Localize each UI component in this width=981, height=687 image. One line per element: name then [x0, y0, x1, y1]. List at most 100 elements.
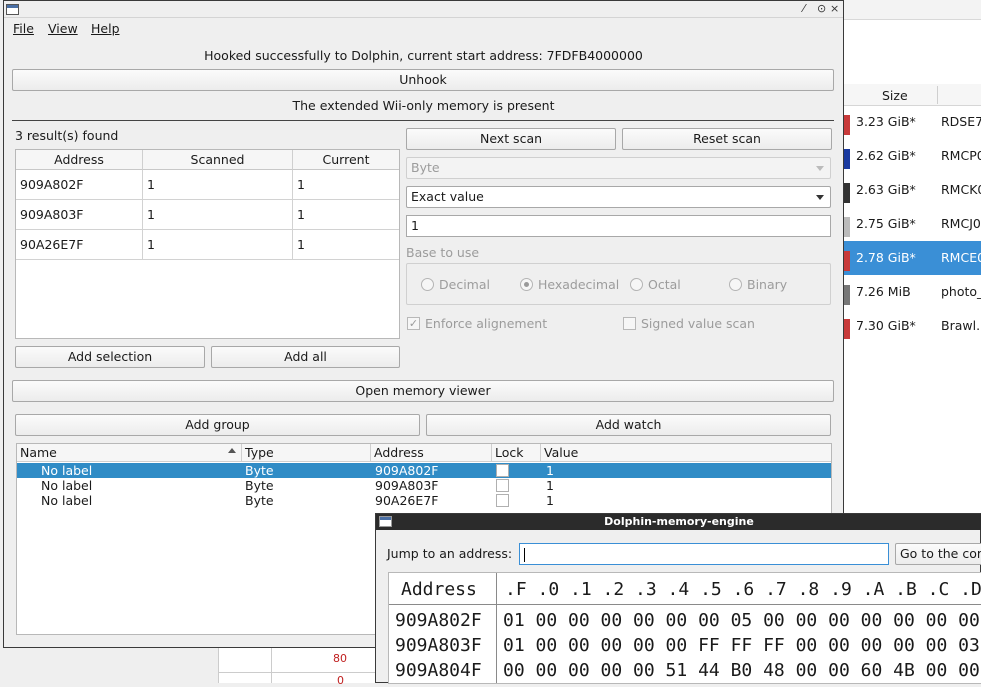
close-icon[interactable]: × — [830, 2, 839, 15]
watch-lock-checkbox[interactable] — [496, 464, 509, 477]
signed-scan-checkbox[interactable] — [623, 317, 636, 330]
column-scanned[interactable]: Scanned — [143, 150, 293, 170]
reset-scan-button[interactable]: Reset scan — [622, 128, 832, 150]
column-value[interactable]: Value — [541, 444, 831, 462]
add-watch-button[interactable]: Add watch — [426, 414, 831, 436]
file-row[interactable]: 2.63 GiB* RMCK0 — [843, 173, 981, 207]
result-address[interactable]: 90A26E7F — [16, 230, 143, 260]
app-icon — [379, 516, 392, 527]
watch-lock-checkbox[interactable] — [496, 479, 509, 492]
file-thumbnail — [843, 251, 850, 271]
file-name: RMCE0 — [941, 250, 981, 265]
watch-lock-checkbox[interactable] — [496, 494, 509, 507]
base-label: Base to use — [406, 245, 480, 260]
radio-hexadecimal[interactable] — [520, 278, 533, 291]
column-address[interactable]: Address — [16, 150, 143, 170]
title-bar: ⁄ ⊙ × — [4, 1, 843, 18]
memory-note: The extended Wii-only memory is present — [292, 98, 555, 113]
hex-view[interactable]: Address .F .0 .1 .2 .3 .4 .5 .6 .7 .8 .9… — [388, 572, 981, 684]
menu-help[interactable]: Help — [91, 21, 120, 36]
file-size: 7.26 MiB — [856, 284, 911, 299]
watch-value[interactable]: 1 — [546, 493, 554, 508]
results-count: 3 result(s) found — [15, 128, 119, 143]
hex-row-address: 909A803F — [395, 635, 482, 656]
result-current[interactable]: 1 — [293, 200, 399, 230]
menu-file[interactable]: File — [13, 21, 34, 36]
menu-view[interactable]: View — [48, 21, 78, 36]
column-type[interactable]: Type — [242, 444, 371, 462]
jump-label: Jump to an address: — [387, 546, 513, 561]
minimize-icon[interactable]: ⁄ — [803, 2, 805, 15]
watch-value[interactable]: 1 — [546, 478, 554, 493]
file-row[interactable]: 2.78 GiB* RMCE0 — [843, 241, 981, 275]
column-name[interactable]: Name — [17, 444, 242, 462]
filter-select[interactable]: Exact value — [406, 186, 831, 208]
hex-address-header: Address — [401, 579, 477, 600]
size-column-header[interactable]: Size — [882, 88, 908, 103]
unhook-button[interactable]: Unhook — [12, 69, 834, 91]
file-list-header: Size — [843, 84, 981, 106]
radio-octal-label: Octal — [648, 277, 681, 292]
menu-bar: File View Help — [4, 18, 843, 40]
result-scanned[interactable]: 1 — [143, 170, 293, 200]
result-address[interactable]: 909A803F — [16, 200, 143, 230]
radio-binary-label: Binary — [747, 277, 788, 292]
file-row[interactable]: 2.62 GiB* RMCP0 — [843, 139, 981, 173]
result-current[interactable]: 1 — [293, 170, 399, 200]
watch-row[interactable]: No label Byte 909A802F 1 — [17, 463, 831, 478]
jump-address-input[interactable] — [519, 543, 889, 565]
hex-row-bytes[interactable]: 00 00 00 00 00 51 44 B0 48 00 00 60 4B 0… — [503, 660, 981, 681]
hex-row-bytes[interactable]: 01 00 00 00 00 00 00 05 00 00 00 00 00 0… — [503, 610, 980, 631]
hex-row-address: 909A804F — [395, 660, 482, 681]
file-name: Brawl. — [941, 318, 981, 333]
radio-decimal[interactable] — [421, 278, 434, 291]
watch-address: 90A26E7F — [375, 493, 439, 508]
next-scan-button[interactable]: Next scan — [406, 128, 616, 150]
open-memory-viewer-button[interactable]: Open memory viewer — [12, 380, 834, 402]
watch-row[interactable]: No label Byte 90A26E7F 1 — [17, 493, 831, 508]
add-selection-button[interactable]: Add selection — [15, 346, 205, 368]
result-address[interactable]: 909A802F — [16, 170, 143, 200]
type-select[interactable]: Byte — [406, 157, 831, 179]
maximize-icon[interactable]: ⊙ — [817, 2, 826, 15]
watch-value[interactable]: 1 — [546, 463, 554, 478]
file-name: photo_ — [941, 284, 981, 299]
app-icon — [6, 4, 19, 15]
file-row[interactable]: 7.30 GiB* Brawl. — [843, 309, 981, 343]
watch-row[interactable]: No label Byte 909A803F 1 — [17, 478, 831, 493]
go-to-address-button[interactable]: Go to the com — [895, 543, 981, 565]
divider — [12, 120, 834, 121]
memory-viewer-window: Dolphin-memory-engine Jump to an address… — [375, 513, 981, 684]
value-input[interactable]: 1 — [406, 215, 831, 237]
chevron-down-icon — [816, 166, 824, 171]
file-row[interactable]: 3.23 GiB* RDSE7 — [843, 105, 981, 139]
result-current[interactable]: 1 — [293, 230, 399, 260]
watch-address: 909A803F — [375, 478, 439, 493]
column-current[interactable]: Current — [293, 150, 399, 170]
file-row[interactable]: 2.75 GiB* RMCJ0 — [843, 207, 981, 241]
file-size: 7.30 GiB* — [856, 318, 916, 333]
file-thumbnail — [843, 319, 850, 339]
result-scanned[interactable]: 1 — [143, 230, 293, 260]
column-lock[interactable]: Lock — [492, 444, 541, 462]
add-group-button[interactable]: Add group — [15, 414, 420, 436]
memory-viewer-title: Dolphin-memory-engine — [604, 515, 754, 528]
watch-type: Byte — [245, 493, 274, 508]
watch-name: No label — [41, 478, 93, 493]
column-address[interactable]: Address — [371, 444, 492, 462]
radio-octal[interactable] — [630, 278, 643, 291]
enforce-alignment-checkbox[interactable]: ✓ — [407, 317, 420, 330]
results-table[interactable]: Address Scanned Current 909A802F 1 1 909A80… — [15, 149, 400, 339]
file-row[interactable]: 7.26 MiB photo_ — [843, 275, 981, 309]
add-all-button[interactable]: Add all — [211, 346, 400, 368]
memory-viewer-title-bar: Dolphin-memory-engine — [376, 514, 981, 530]
file-name: RDSE7 — [941, 114, 981, 129]
file-size: 2.78 GiB* — [856, 250, 916, 265]
file-thumbnail — [843, 285, 850, 305]
file-thumbnail — [843, 183, 850, 203]
radio-hexadecimal-label: Hexadecimal — [538, 277, 620, 292]
file-name: RMCP0 — [941, 148, 981, 163]
hex-row-bytes[interactable]: 01 00 00 00 00 00 FF FF FF 00 00 00 00 0… — [503, 635, 981, 656]
radio-binary[interactable] — [729, 278, 742, 291]
result-scanned[interactable]: 1 — [143, 200, 293, 230]
